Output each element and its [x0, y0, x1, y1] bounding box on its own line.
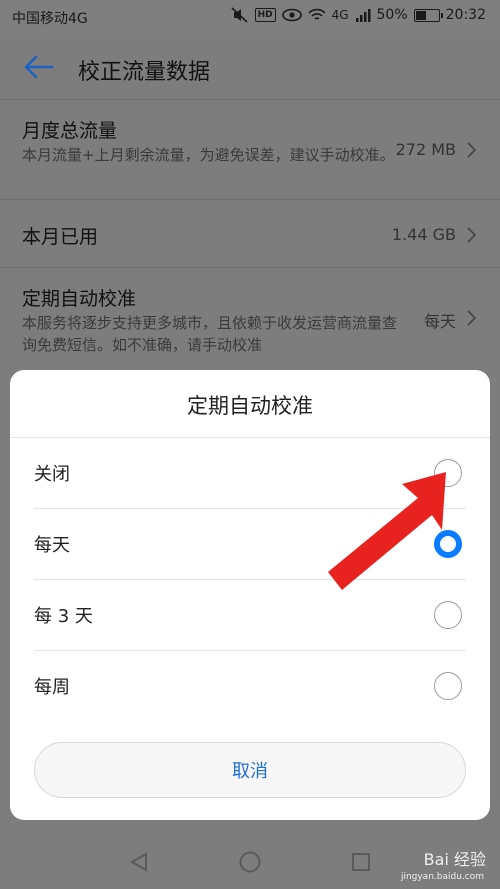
baidu-watermark: Bai 经验 jingyan.baidu.com	[401, 846, 486, 882]
monthly-total-value: 272 MB	[395, 140, 456, 159]
option-label: 关闭	[34, 464, 70, 485]
used-this-month-label: 本月已用	[22, 226, 99, 248]
home-circle-icon[interactable]	[238, 850, 262, 874]
clock: 20:32	[445, 7, 486, 23]
navigation-bar: Bai 经验 jingyan.baidu.com	[0, 834, 500, 889]
signal-icon	[355, 9, 371, 22]
watermark-text: Bai 经验	[423, 850, 486, 869]
auto-calibrate-desc: 本服务将逐步支持更多城市，且依赖于收发运营商流量查询免费短信。如不准确，请手动校…	[22, 314, 398, 354]
battery-text: 50%	[376, 7, 408, 23]
battery-icon	[413, 8, 443, 22]
eye-icon	[281, 8, 302, 22]
page-title: 校正流量数据	[78, 60, 211, 85]
network-type: 4G	[331, 8, 349, 22]
recents-square-icon[interactable]	[350, 851, 372, 873]
radio-button[interactable]	[434, 601, 462, 629]
status-bar: 中国移动4G HD 4G 50% 20:32	[0, 0, 500, 34]
dialog-title: 定期自动校准	[187, 394, 313, 418]
monthly-total-label: 月度总流量	[22, 120, 118, 142]
back-triangle-icon[interactable]	[128, 851, 150, 873]
auto-calibrate-label: 定期自动校准	[22, 288, 137, 310]
monthly-total-row[interactable]: 月度总流量 本月流量+上月剩余流量，为避免误差，建议手动校准。 272 MB	[0, 100, 500, 200]
option-label: 每周	[34, 677, 70, 698]
auto-calibrate-row[interactable]: 定期自动校准 本服务将逐步支持更多城市，且依赖于收发运营商流量查询免费短信。如不…	[0, 268, 500, 370]
used-this-month-row[interactable]: 本月已用 1.44 GB	[0, 200, 500, 268]
used-this-month-value: 1.44 GB	[391, 225, 456, 244]
chevron-right-icon	[467, 142, 476, 158]
status-icons: HD 4G 50% 20:32	[231, 7, 486, 23]
chevron-right-icon	[467, 310, 476, 326]
watermark-url: jingyan.baidu.com	[400, 872, 484, 882]
hd-icon: HD	[254, 8, 276, 22]
monthly-total-desc: 本月流量+上月剩余流量，为避免误差，建议手动校准。	[22, 146, 395, 164]
option-label: 每 3 天	[34, 606, 93, 627]
option-weekly[interactable]: 每周	[10, 651, 490, 721]
auto-calibrate-value: 每天	[423, 312, 456, 331]
wifi-icon	[307, 8, 326, 20]
arrow-left-icon[interactable]	[22, 54, 54, 80]
radio-button[interactable]	[434, 672, 462, 700]
chevron-right-icon	[467, 227, 476, 243]
auto-calibrate-dialog: 定期自动校准 关闭 每天 每 3 天 每周 取消	[10, 370, 490, 820]
cancel-button[interactable]: 取消	[34, 742, 466, 798]
annotation-arrow-icon	[328, 472, 446, 590]
carrier-label: 中国移动4G	[12, 11, 88, 27]
mute-icon	[231, 7, 248, 23]
app-header: 校正流量数据	[0, 34, 500, 100]
option-label: 每天	[34, 535, 70, 556]
